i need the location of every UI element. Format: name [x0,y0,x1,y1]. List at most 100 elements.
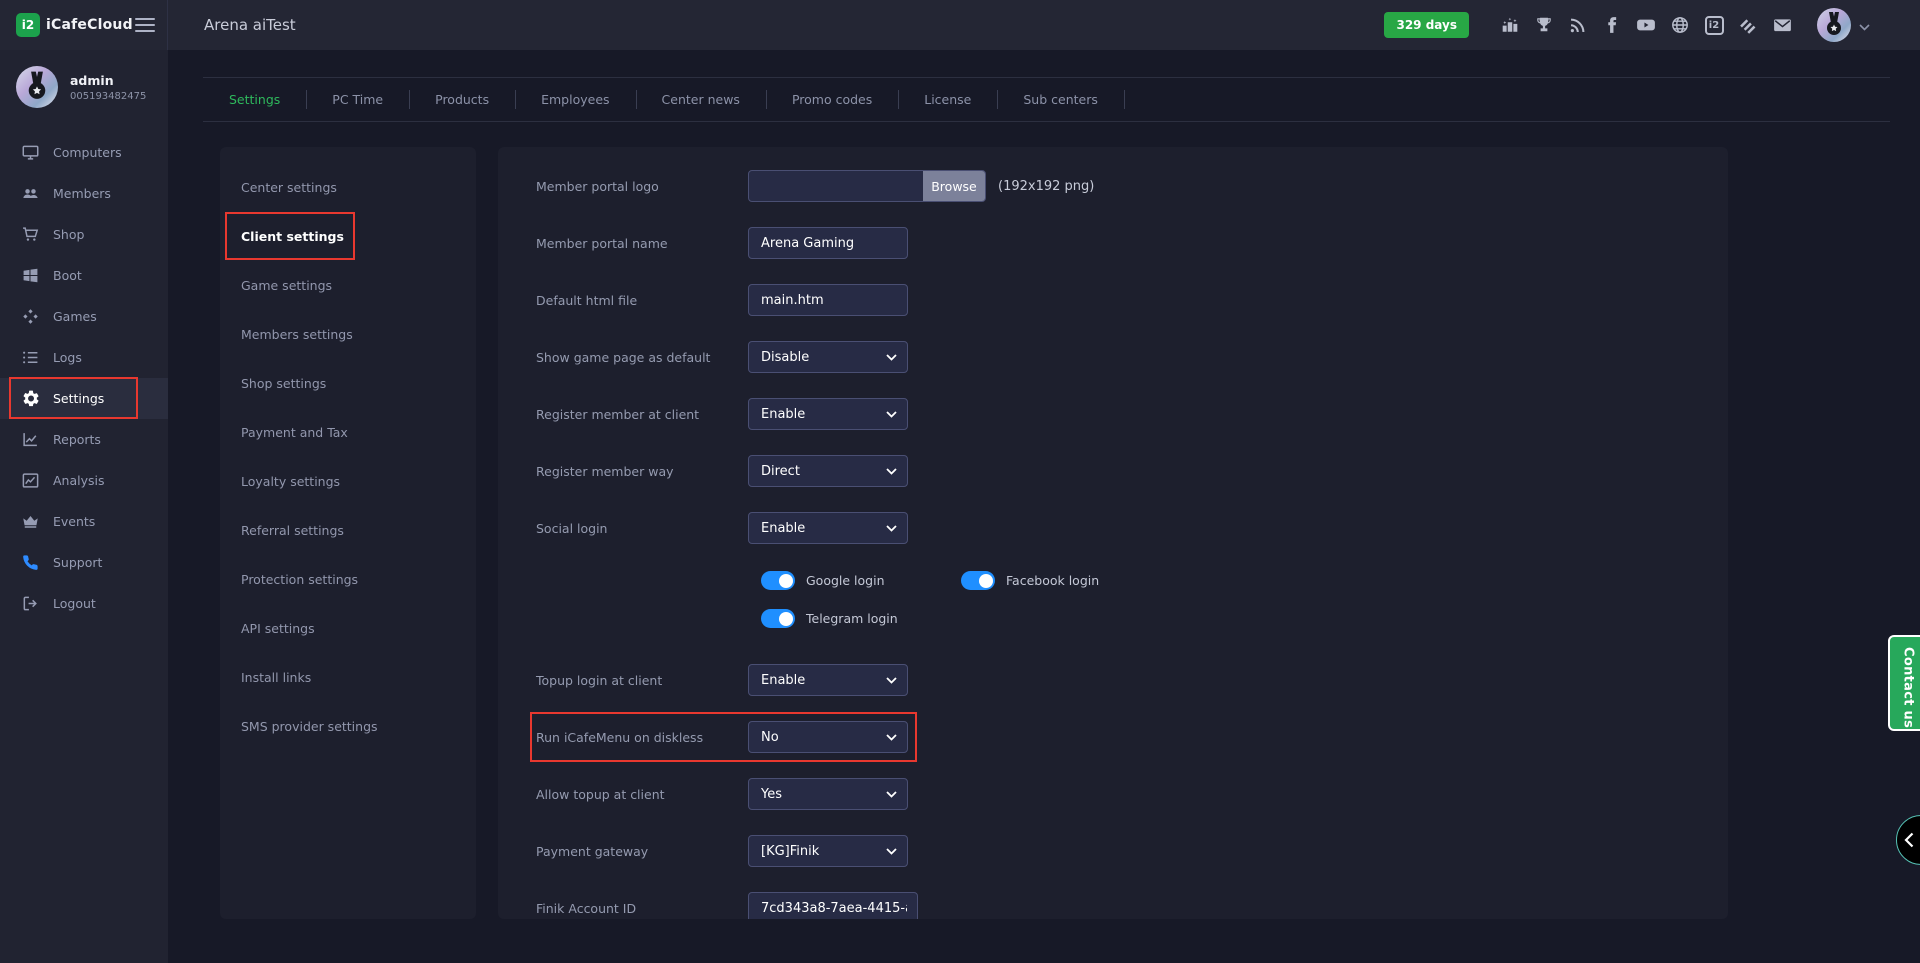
member-portal-name-input[interactable] [748,227,908,259]
tab-strip: Settings PC Time Products Employees Cent… [203,77,1890,122]
run-icafemenu-on-diskless-select[interactable]: No [748,721,908,753]
layers-icon[interactable] [1738,15,1758,35]
sidebar-item-settings[interactable]: Settings [0,378,168,419]
sidebar-item-members[interactable]: Members [0,173,168,214]
sidebar-item-label: Computers [53,145,122,160]
sidebar-item-label: Members [53,186,111,201]
sidebar-item-label: Logs [53,350,82,365]
license-days-badge[interactable]: 329 days [1384,12,1469,38]
register-member-way-select[interactable]: Direct [748,455,908,487]
sidebar-item-logs[interactable]: Logs [0,337,168,378]
sidebar-item-logout[interactable]: Logout [0,583,168,624]
leaderboard-icon[interactable] [1500,15,1520,35]
trophy-icon[interactable] [1534,15,1554,35]
rss-icon[interactable] [1568,15,1588,35]
submenu-item-shop-settings[interactable]: Shop settings [220,359,476,408]
tab-center-news[interactable]: Center news [636,78,766,121]
toggle-on-icon [761,609,795,628]
youtube-icon[interactable] [1636,15,1656,35]
submenu-item-protection-settings[interactable]: Protection settings [220,555,476,604]
user-avatar[interactable] [1817,8,1851,42]
field-label: Run iCafeMenu on diskless [536,730,748,745]
select-value: [KG]Finik [761,844,819,859]
register-member-at-client-select[interactable]: Enable [748,398,908,430]
tab-promo-codes[interactable]: Promo codes [766,78,898,121]
submenu-item-api-settings[interactable]: API settings [220,604,476,653]
submenu-item-payment-and-tax[interactable]: Payment and Tax [220,408,476,457]
user-avatar [16,66,58,108]
select-value: Disable [761,350,809,365]
mail-icon[interactable] [1772,15,1792,35]
tab-sub-centers[interactable]: Sub centers [997,78,1124,121]
sidebar-item-label: Boot [53,268,82,283]
toggle-on-icon [961,571,995,590]
submenu-item-label: Client settings [241,229,344,244]
submenu-item-client-settings[interactable]: Client settings [220,212,476,261]
social-login-select[interactable]: Enable [748,512,908,544]
facebook-login-toggle[interactable]: Facebook login [961,571,1099,590]
sidebar-item-shop[interactable]: Shop [0,214,168,255]
tab-license[interactable]: License [898,78,997,121]
hamburger-menu-icon[interactable] [135,14,155,36]
icafecloud-icon[interactable]: i2 [1704,15,1724,35]
field-label: Member portal logo [536,179,748,194]
sidebar-item-label: Games [53,309,97,324]
field-label: Topup login at client [536,673,748,688]
sidebar-item-label: Support [53,555,102,570]
sidebar-item-support[interactable]: Support [0,542,168,583]
payment-gateway-select[interactable]: [KG]Finik [748,835,908,867]
sidebar-item-analysis[interactable]: Analysis [0,460,168,501]
brand-name: iCafeCloud [46,17,133,33]
submenu-item-referral-settings[interactable]: Referral settings [220,506,476,555]
field-label: Show game page as default [536,350,748,365]
globe-icon[interactable] [1670,15,1690,35]
select-value: No [761,730,779,745]
topup-login-at-client-select[interactable]: Enable [748,664,908,696]
browse-button[interactable]: Browse [923,171,985,201]
facebook-icon[interactable] [1602,15,1622,35]
submenu-item-center-settings[interactable]: Center settings [220,163,476,212]
select-value: Yes [761,787,782,802]
monitor-icon [22,144,39,161]
field-label: Register member at client [536,407,748,422]
sidebar-item-reports[interactable]: Reports [0,419,168,460]
field-label: Allow topup at client [536,787,748,802]
phone-icon [22,554,39,571]
show-game-page-select[interactable]: Disable [748,341,908,373]
tab-products[interactable]: Products [409,78,515,121]
toggle-label: Google login [806,573,885,588]
form-row-member-portal-logo: Member portal logo Browse (192x192 png) [536,170,1728,202]
sidebar-item-computers[interactable]: Computers [0,132,168,173]
collapse-widget-button[interactable] [1896,815,1920,865]
form-row-finik-account-id: Finik Account ID [536,892,1728,919]
tab-employees[interactable]: Employees [515,78,635,121]
google-login-toggle[interactable]: Google login [761,571,885,590]
sidebar-item-events[interactable]: Events [0,501,168,542]
finik-account-id-input[interactable] [748,892,918,919]
submenu-item-install-links[interactable]: Install links [220,653,476,702]
submenu-item-sms-provider-settings[interactable]: SMS provider settings [220,702,476,751]
chevron-down-icon[interactable] [1859,16,1870,35]
chevron-down-icon [886,354,897,361]
chevron-down-icon [886,468,897,475]
allow-topup-at-client-select[interactable]: Yes [748,778,908,810]
telegram-login-toggle[interactable]: Telegram login [761,609,898,628]
logo-file-input[interactable]: Browse [748,170,986,202]
sidebar-item-label: Events [53,514,95,529]
default-html-file-input[interactable] [748,284,908,316]
submenu-item-members-settings[interactable]: Members settings [220,310,476,359]
client-settings-form: Member portal logo Browse (192x192 png) … [498,147,1728,919]
sidebar-item-games[interactable]: Games [0,296,168,337]
submenu-item-loyalty-settings[interactable]: Loyalty settings [220,457,476,506]
tab-pc-time[interactable]: PC Time [306,78,409,121]
sidebar-item-boot[interactable]: Boot [0,255,168,296]
contact-us-button[interactable]: Contact us [1888,635,1920,731]
windows-icon [22,267,39,284]
submenu-item-game-settings[interactable]: Game settings [220,261,476,310]
brand-area: i2 iCafeCloud [0,0,168,50]
games-icon [22,308,39,325]
tab-settings[interactable]: Settings [203,78,306,121]
sidebar-item-label: Settings [53,391,104,406]
user-profile[interactable]: admin 005193482475 [0,50,168,122]
sidebar-item-label: Shop [53,227,84,242]
